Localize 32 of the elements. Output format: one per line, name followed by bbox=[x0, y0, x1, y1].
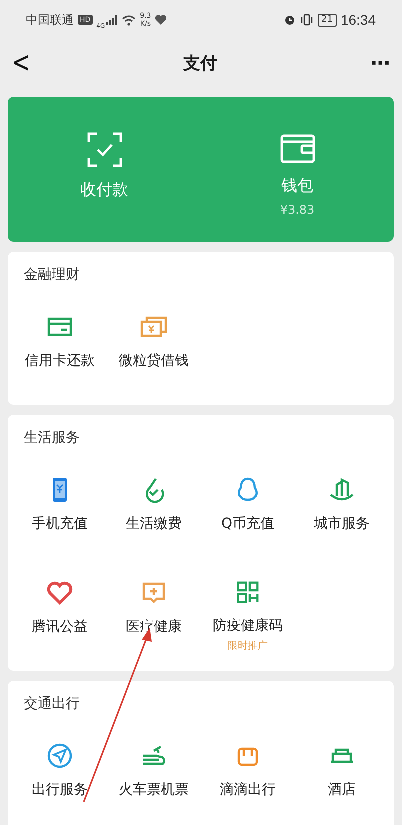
service-label[interactable]: 酒店 bbox=[328, 781, 356, 799]
page-title: 支付 bbox=[183, 52, 218, 74]
section-title: 交通出行 bbox=[23, 695, 81, 713]
service-label[interactable]: 手机充值 bbox=[32, 515, 88, 533]
more-button[interactable]: ··· bbox=[370, 51, 390, 75]
service-label[interactable]: Q币充值 bbox=[221, 515, 275, 533]
back-button[interactable]: < bbox=[12, 46, 30, 80]
service-label[interactable]: 防疫健康码 bbox=[213, 617, 283, 635]
heart-icon[interactable] bbox=[46, 579, 74, 607]
service-label[interactable]: 腾讯公益 bbox=[32, 618, 88, 636]
vibrate-icon bbox=[300, 14, 314, 26]
wallet-balance: ¥3.83 bbox=[280, 203, 315, 217]
wifi-icon bbox=[122, 14, 136, 26]
heart-icon bbox=[155, 15, 168, 25]
service-label[interactable]: 城市服务 bbox=[314, 515, 370, 533]
service-label[interactable]: 出行服务 bbox=[32, 781, 88, 799]
battery-level: 21 bbox=[318, 14, 337, 26]
wallet-icon[interactable] bbox=[280, 132, 316, 164]
scan-icon[interactable] bbox=[86, 132, 122, 168]
section-title: 生活服务 bbox=[23, 429, 81, 447]
carrier-name: 中国联通 bbox=[26, 12, 74, 28]
navigation-icon[interactable] bbox=[46, 742, 74, 770]
section-title: 金融理财 bbox=[23, 266, 81, 284]
service-label[interactable]: 生活缴费 bbox=[126, 515, 182, 533]
service-label[interactable]: 火车票机票 bbox=[119, 781, 189, 799]
alarm-icon bbox=[284, 14, 296, 26]
status-time: 16:34 bbox=[340, 12, 376, 28]
promo-note: 限时推广 bbox=[228, 640, 268, 653]
service-label[interactable]: 滴滴出行 bbox=[220, 781, 276, 799]
signal-icon bbox=[106, 15, 118, 25]
service-label[interactable]: 信用卡还款 bbox=[25, 352, 95, 370]
service-label[interactable]: 微粒贷借钱 bbox=[119, 352, 189, 370]
